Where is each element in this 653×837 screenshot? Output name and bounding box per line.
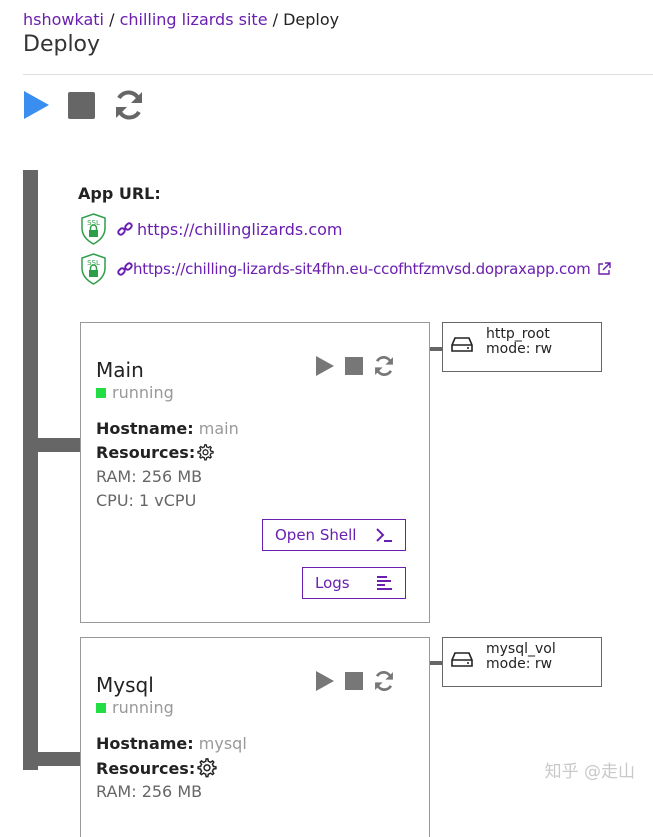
volume-mode: mode: rw [486,341,553,357]
resources-label: Resources: [96,443,196,462]
stop-icon[interactable] [68,92,95,123]
tree-branch [38,752,81,766]
external-link-icon[interactable] [597,262,611,276]
gear-icon[interactable] [197,758,217,778]
cpu-value: CPU: 1 vCPU [96,491,197,510]
volume-connector [430,661,442,665]
app-url-label: App URL: [78,184,161,203]
hostname-value: main [198,419,239,438]
service-toolbar [315,670,395,692]
divider [23,74,653,75]
url-row: SSL https://chilling-lizards-sit4fhn.eu-… [80,253,611,285]
refresh-icon[interactable] [113,89,145,125]
link-icon [117,222,133,236]
app-url-link[interactable]: https://chilling-lizards-sit4fhn.eu-ccof… [133,260,591,278]
breadcrumb-site-link[interactable]: chilling lizards site [120,10,268,29]
hostname-row: Hostname: main [96,419,239,438]
volume-mode: mode: rw [486,656,553,672]
link-icon [117,262,133,276]
hostname-label: Hostname: [96,419,194,438]
gear-icon[interactable] [197,444,214,461]
resources-label: Resources: [96,758,196,778]
play-icon[interactable] [315,355,335,377]
ssl-shield-icon: SSL [81,213,106,245]
service-name: Main [96,358,144,382]
hostname-row: Hostname: mysql [96,734,247,753]
volume-http-root[interactable]: http_root mode: rw [442,322,602,372]
play-icon[interactable] [22,89,50,125]
resources-row: Resources: [96,758,217,778]
hostname-label: Hostname: [96,734,194,753]
service-toolbar [315,355,395,377]
stop-icon[interactable] [345,672,363,690]
breadcrumb-user-link[interactable]: hshowkati [23,10,104,29]
play-icon[interactable] [315,670,335,692]
service-name: Mysql [96,673,154,697]
page-title: Deploy [23,32,101,57]
terminal-icon [376,528,392,542]
breadcrumb-separator: / [104,10,120,29]
open-shell-button[interactable]: Open Shell [262,519,406,551]
tree-spine [23,170,38,770]
volume-mysql-vol[interactable]: mysql_vol mode: rw [442,637,602,687]
ssl-shield-icon: SSL [81,253,106,285]
hostname-value: mysql [198,734,247,753]
breadcrumb-separator: / [267,10,284,29]
service-status: running [96,698,174,717]
logs-label: Logs [315,574,350,592]
volume-name: http_root [486,326,550,342]
volume-connector [430,347,442,351]
logs-icon [377,576,392,590]
svg-text:SSL: SSL [87,259,100,267]
svg-text:SSL: SSL [87,219,100,227]
ram-value: RAM: 256 MB [96,467,203,486]
open-shell-label: Open Shell [275,526,357,544]
breadcrumb-current: Deploy [283,10,340,29]
status-text: running [112,383,174,402]
url-row: SSL https://chillinglizards.com [80,213,343,245]
status-dot [96,702,106,713]
refresh-icon[interactable] [373,355,395,377]
watermark: 知乎 @走山 [544,762,635,782]
service-status: running [96,383,174,402]
app-url-link[interactable]: https://chillinglizards.com [137,220,343,239]
service-card-main: Main running Hostname: main Resources: R… [80,322,430,623]
tree-branch [38,438,81,452]
hard-drive-icon [451,652,473,667]
stop-icon[interactable] [345,357,363,375]
status-text: running [112,698,174,717]
ram-value: RAM: 256 MB [96,782,203,801]
logs-button[interactable]: Logs [302,567,406,599]
service-card-mysql: Mysql running Hostname: mysql Resources:… [80,637,430,837]
resources-row: Resources: [96,443,214,462]
volume-name: mysql_vol [486,641,556,657]
hard-drive-icon [451,337,473,352]
breadcrumb: hshowkati / chilling lizards site / Depl… [23,10,339,29]
refresh-icon[interactable] [373,670,395,692]
status-dot [96,387,106,398]
